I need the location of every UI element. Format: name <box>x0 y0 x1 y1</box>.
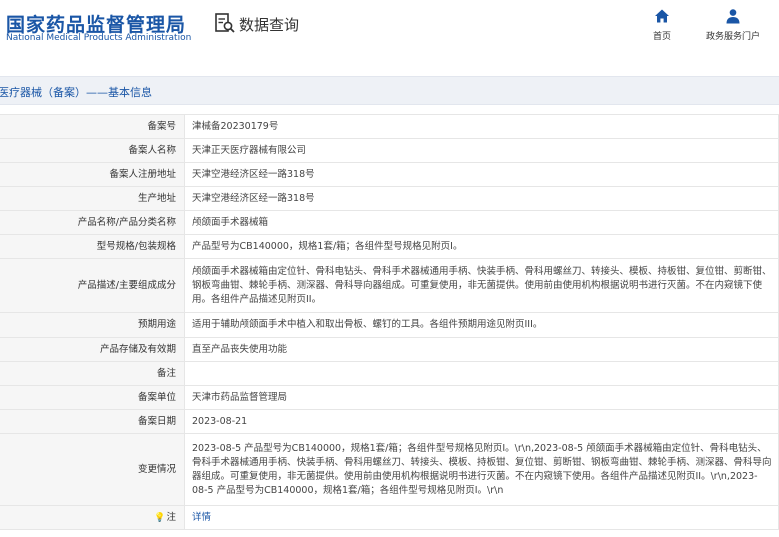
field-value: 颅颌面手术器械箱由定位针、骨科电钻头、骨科手术器械通用手柄、快装手柄、骨科用螺丝… <box>184 258 779 313</box>
field-value: 天津正天医疗器械有限公司 <box>184 138 779 163</box>
field-value <box>184 361 779 386</box>
note-label: 注 <box>166 511 176 523</box>
field-value: 天津市药品监督管理局 <box>184 385 779 410</box>
field-label: 产品描述/主要组成成分 <box>0 258 185 313</box>
field-label: 预期用途 <box>0 312 185 338</box>
breadcrumb: 医疗器械（备案）——基本信息 <box>0 86 152 99</box>
data-query-icon <box>215 13 235 33</box>
table-row: 产品名称/产品分类名称 颅颌面手术器械箱 <box>0 210 779 235</box>
table-row: 产品描述/主要组成成分 颅颌面手术器械箱由定位针、骨科电钻头、骨科手术器械通用手… <box>0 258 779 313</box>
data-query-title: 数据查询 <box>239 16 300 34</box>
field-label: 备案日期 <box>0 409 185 434</box>
field-value: 津械备20230179号 <box>184 114 779 139</box>
field-value: 2023-08-21 <box>184 409 779 434</box>
site-logo-en[interactable]: National Medical Products Administration <box>6 33 191 43</box>
field-value: 产品型号为CB140000，规格1套/箱；各组件型号规格见附页I。 <box>184 234 779 259</box>
home-icon <box>655 9 669 23</box>
field-label: 生产地址 <box>0 186 185 211</box>
field-label: 备案单位 <box>0 385 185 410</box>
field-label: 备案人注册地址 <box>0 162 185 187</box>
nav-service-portal[interactable]: 政务服务门户 <box>701 8 765 42</box>
table-row: 备案人注册地址 天津空港经济区经一路318号 <box>0 162 779 187</box>
details-link[interactable]: 详情 <box>192 512 211 523</box>
table-row: 备案号 津械备20230179号 <box>0 114 779 139</box>
user-icon <box>726 9 740 24</box>
table-row: 备案人名称 天津正天医疗器械有限公司 <box>0 138 779 163</box>
field-value: 颅颌面手术器械箱 <box>184 210 779 235</box>
table-row: 备注 <box>0 361 779 386</box>
site-header: 国家药品监督管理局 National Medical Products Admi… <box>0 0 779 62</box>
table-row: 备案单位 天津市药品监督管理局 <box>0 385 779 410</box>
field-label: 备案人名称 <box>0 138 185 163</box>
field-label: 备注 <box>0 361 185 386</box>
table-row: 生产地址 天津空港经济区经一路318号 <box>0 186 779 211</box>
field-label: 产品存储及有效期 <box>0 337 185 362</box>
breadcrumb-bar: 医疗器械（备案）——基本信息 <box>0 76 779 105</box>
field-value: 天津空港经济区经一路318号 <box>184 162 779 187</box>
table-row: 型号规格/包装规格 产品型号为CB140000，规格1套/箱；各组件型号规格见附… <box>0 234 779 259</box>
nav-home-label: 首页 <box>652 32 671 42</box>
field-value: 天津空港经济区经一路318号 <box>184 186 779 211</box>
field-value: 适用于辅助颅颌面手术中植入和取出骨板、螺钉的工具。各组件预期用途见附页III。 <box>184 312 779 338</box>
field-value: 直至产品丧失使用功能 <box>184 337 779 362</box>
nav-service-portal-label: 政务服务门户 <box>705 32 760 42</box>
bulb-icon: 💡 <box>154 512 166 523</box>
field-value: 详情 <box>184 505 779 530</box>
table-row: 备案日期 2023-08-21 <box>0 409 779 434</box>
table-row: 预期用途 适用于辅助颅颌面手术中植入和取出骨板、螺钉的工具。各组件预期用途见附页… <box>0 312 779 338</box>
nav-home[interactable]: 首页 <box>632 8 692 42</box>
field-label: 变更情况 <box>0 433 185 506</box>
record-info-table: 备案号 津械备20230179号 备案人名称 天津正天医疗器械有限公司 备案人注… <box>0 114 779 530</box>
table-row: 变更情况 2023-08-5 产品型号为CB140000，规格1套/箱；各组件型… <box>0 433 779 506</box>
field-label-note: 💡注 <box>0 505 185 530</box>
field-label: 型号规格/包装规格 <box>0 234 185 259</box>
field-value: 2023-08-5 产品型号为CB140000，规格1套/箱；各组件型号规格见附… <box>184 433 779 506</box>
table-row: 产品存储及有效期 直至产品丧失使用功能 <box>0 337 779 362</box>
table-row: 💡注 详情 <box>0 505 779 530</box>
field-label: 备案号 <box>0 114 185 139</box>
field-label: 产品名称/产品分类名称 <box>0 210 185 235</box>
